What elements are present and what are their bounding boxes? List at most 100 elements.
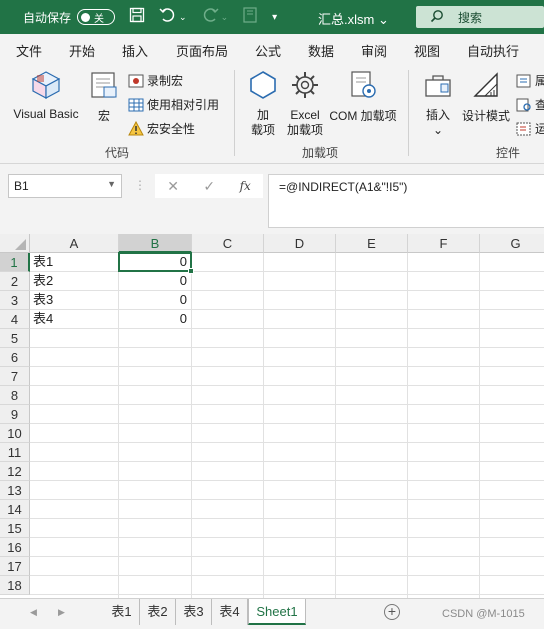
- row-header-4[interactable]: 4: [0, 310, 30, 329]
- properties-button[interactable]: 属: [516, 72, 544, 89]
- row-header-11[interactable]: 11: [0, 443, 30, 462]
- relative-reference-button[interactable]: 使用相对引用: [128, 96, 219, 113]
- tab-home[interactable]: 开始: [69, 41, 95, 60]
- tab-review[interactable]: 审阅: [361, 41, 387, 60]
- gridline-horizontal: [30, 328, 544, 329]
- macros-button[interactable]: 宏: [88, 70, 120, 124]
- addins-button[interactable]: 加 载项: [246, 70, 280, 138]
- save-icon[interactable]: [129, 7, 145, 27]
- visual-basic-button[interactable]: Visual Basic: [8, 70, 84, 121]
- redo-dropdown-icon[interactable]: ⌄: [221, 12, 229, 23]
- add-sheet-button[interactable]: +: [384, 604, 400, 620]
- tab-view[interactable]: 视图: [414, 41, 440, 60]
- design-mode-button[interactable]: 设计模式: [460, 70, 512, 124]
- row-header-13[interactable]: 13: [0, 481, 30, 500]
- enter-icon[interactable]: ✓: [203, 178, 215, 195]
- gridline-horizontal: [30, 385, 544, 386]
- sheet-tab-3[interactable]: 表3: [176, 599, 212, 625]
- formula-bar-grip-icon[interactable]: ⋮: [134, 178, 146, 192]
- design-mode-label: 设计模式: [461, 109, 510, 123]
- insert-function-icon[interactable]: fx: [240, 179, 251, 193]
- macro-security-button[interactable]: 宏安全性: [128, 120, 195, 137]
- row-header-2[interactable]: 2: [0, 272, 30, 291]
- undo-icon[interactable]: [159, 7, 177, 27]
- next-sheet-icon[interactable]: ▶: [58, 607, 65, 618]
- row-header-3[interactable]: 3: [0, 291, 30, 310]
- row-header-15[interactable]: 15: [0, 519, 30, 538]
- sheet-tab-2[interactable]: 表2: [140, 599, 176, 625]
- search-box[interactable]: 搜索: [416, 6, 544, 28]
- sheet-tab-1[interactable]: 表1: [104, 599, 140, 625]
- customize-toolbar-icon[interactable]: ▾: [272, 12, 277, 23]
- cell-a2[interactable]: 表2: [33, 272, 114, 290]
- cell-b4[interactable]: 0: [122, 310, 187, 328]
- gridline-horizontal: [30, 461, 544, 462]
- column-header-f[interactable]: F: [408, 234, 480, 253]
- properties-icon: [516, 73, 532, 89]
- worksheet-grid[interactable]: A B C D E F G 1 2 3 4 5 6 7 8 9 10 11 12 13 14 15 16 17 18 表1 表2 表3…: [0, 234, 544, 598]
- gridline-horizontal: [30, 499, 544, 500]
- column-header-g[interactable]: G: [480, 234, 544, 253]
- file-name-text: 汇总.xlsm: [318, 12, 375, 27]
- controls-group-label: 控件: [496, 146, 521, 160]
- cancel-icon[interactable]: ✕: [167, 178, 179, 195]
- com-addins-button[interactable]: COM 加载项: [326, 70, 400, 124]
- sheet-tab-4[interactable]: 表4: [212, 599, 248, 625]
- cell-a1[interactable]: 表1: [33, 253, 114, 271]
- name-box[interactable]: B1 ▼: [8, 174, 122, 198]
- com-addins-label: COM 加载项: [329, 109, 397, 123]
- row-header-5[interactable]: 5: [0, 329, 30, 348]
- column-header-c[interactable]: C: [192, 234, 264, 253]
- row-header-16[interactable]: 16: [0, 538, 30, 557]
- chevron-down-icon[interactable]: ▼: [107, 179, 116, 189]
- column-header-e[interactable]: E: [336, 234, 408, 253]
- view-code-button[interactable]: 查: [516, 96, 544, 113]
- column-header-d[interactable]: D: [264, 234, 336, 253]
- tab-automate[interactable]: 自动执行: [467, 41, 519, 60]
- tab-data[interactable]: 数据: [308, 41, 334, 60]
- record-macro-label: 录制宏: [147, 74, 184, 88]
- row-header-10[interactable]: 10: [0, 424, 30, 443]
- record-macro-button[interactable]: 录制宏: [128, 72, 183, 89]
- row-header-6[interactable]: 6: [0, 348, 30, 367]
- cell-a4[interactable]: 表4: [33, 310, 114, 328]
- row-header-18[interactable]: 18: [0, 576, 30, 595]
- redo-icon[interactable]: [201, 7, 219, 27]
- toolbox-icon: [418, 70, 458, 104]
- gridline-vertical: [191, 253, 192, 598]
- column-header-a[interactable]: A: [30, 234, 119, 253]
- tab-page-layout[interactable]: 页面布局: [176, 41, 228, 60]
- row-header-17[interactable]: 17: [0, 557, 30, 576]
- column-header-b[interactable]: B: [119, 234, 192, 253]
- row-header-9[interactable]: 9: [0, 405, 30, 424]
- excel-addins-button[interactable]: Excel 加载项: [284, 70, 326, 138]
- undo-dropdown-icon[interactable]: ⌄: [179, 12, 187, 23]
- macros-icon: [88, 70, 120, 103]
- file-name[interactable]: 汇总.xlsm ⌄: [318, 9, 389, 28]
- row-header-7[interactable]: 7: [0, 367, 30, 386]
- sheet-tab-5[interactable]: Sheet1: [248, 599, 306, 625]
- insert-control-button[interactable]: 插入 ⌄: [418, 70, 458, 138]
- tab-insert[interactable]: 插入: [122, 41, 148, 60]
- row-header-1[interactable]: 1: [0, 253, 30, 272]
- macro-security-label: 宏安全性: [147, 122, 196, 136]
- row-header-8[interactable]: 8: [0, 386, 30, 405]
- formula-bar: B1 ▼ ⋮ ✕ ✓ fx =@INDIRECT(A1&"!I5"): [0, 164, 544, 234]
- prev-sheet-icon[interactable]: ◀: [30, 607, 37, 618]
- row-header-14[interactable]: 14: [0, 500, 30, 519]
- select-all-corner[interactable]: [0, 234, 30, 253]
- fill-handle[interactable]: [188, 268, 194, 274]
- row-header-12[interactable]: 12: [0, 462, 30, 481]
- run-dialog-button[interactable]: 运: [516, 120, 544, 137]
- formula-input[interactable]: =@INDIRECT(A1&"!I5"): [268, 174, 544, 228]
- cell-b3[interactable]: 0: [122, 291, 187, 309]
- number-format-icon[interactable]: [242, 7, 258, 27]
- cell-a3[interactable]: 表3: [33, 291, 114, 309]
- cell-b2[interactable]: 0: [122, 272, 187, 290]
- macros-label: 宏: [97, 109, 110, 123]
- tab-formulas[interactable]: 公式: [255, 41, 281, 60]
- com-addins-icon: [326, 70, 400, 103]
- tab-file[interactable]: 文件: [16, 41, 42, 60]
- gridline-vertical: [118, 253, 119, 598]
- autosave-toggle[interactable]: 关: [77, 9, 116, 25]
